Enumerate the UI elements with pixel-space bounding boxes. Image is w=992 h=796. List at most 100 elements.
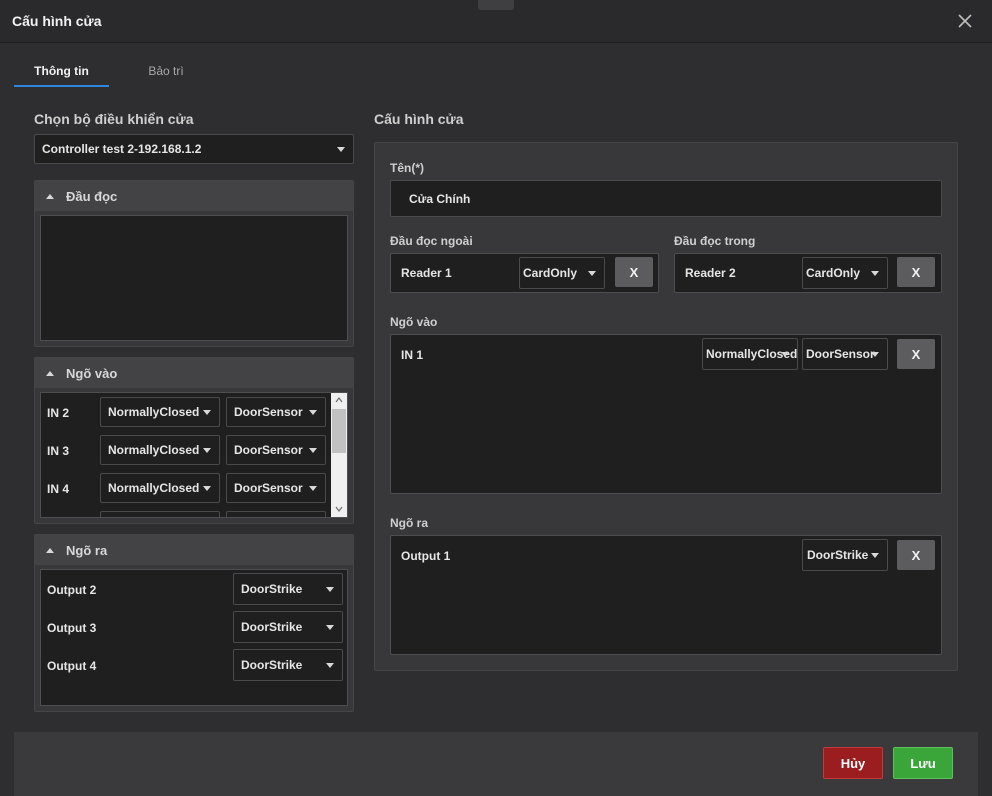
door-inputs-list: IN 1 NormallyClosed DoorSensor X (390, 334, 942, 494)
input-mode-select[interactable]: NormallyClosed (100, 473, 220, 503)
outer-reader-mode-select[interactable]: CardOnly (519, 257, 605, 289)
door-output-type-select[interactable]: DoorStrike (802, 539, 888, 571)
output-type-value: DoorStrike (241, 582, 303, 596)
input-type-value: DoorSensor (234, 405, 303, 419)
outputs-panel-header[interactable]: Ngõ ra (35, 535, 353, 565)
tab-maintenance[interactable]: Bảo trì (122, 56, 210, 87)
outer-reader-row: Reader 1 CardOnly X (390, 253, 659, 293)
inputs-panel-header[interactable]: Ngõ vào (35, 358, 353, 388)
chevron-down-icon (781, 352, 789, 357)
readers-panel-title: Đầu đọc (66, 188, 118, 204)
chevron-down-icon (203, 486, 211, 491)
input-type-select[interactable]: DoorSensor (226, 397, 326, 427)
door-config-dialog: Cấu hình cửa Thông tin Bảo trì Chọn bộ đ… (0, 0, 992, 796)
outer-reader-label: Đầu đọc ngoài (390, 234, 473, 248)
list-item-label: IN 2 (47, 406, 70, 420)
scroll-down-icon[interactable] (335, 506, 343, 512)
controller-select-value: Controller test 2-192.168.1.2 (42, 142, 202, 156)
scrollbar[interactable] (331, 393, 347, 517)
remove-input-button[interactable]: X (897, 339, 935, 369)
inner-reader-row: Reader 2 CardOnly X (674, 253, 942, 293)
input-mode-select[interactable]: NormallyClosed (100, 435, 220, 465)
output-type-select[interactable]: DoorStrike (233, 573, 343, 605)
inputs-panel-title: Ngõ vào (66, 365, 118, 381)
door-outputs-list: Output 1 DoorStrike X (390, 535, 942, 655)
chevron-down-icon (871, 553, 879, 558)
inner-reader-mode-select[interactable]: CardOnly (802, 257, 888, 289)
input-mode-value: NormallyClosed (108, 481, 200, 495)
inner-reader-label: Đầu đọc trong (674, 234, 756, 248)
collapse-icon (46, 193, 54, 199)
chevron-down-icon (326, 663, 334, 668)
remove-inner-reader-button[interactable]: X (897, 257, 935, 287)
door-config-panel: Tên(*) Cửa Chính Đầu đọc ngoài Reader 1 … (374, 142, 958, 671)
controller-select-label: Chọn bộ điều khiển cửa (34, 111, 194, 127)
input-mode-select-partial[interactable] (100, 511, 220, 517)
input-mode-value: NormallyClosed (108, 405, 200, 419)
chevron-down-icon (309, 448, 317, 453)
inner-reader-mode-value: CardOnly (806, 266, 861, 280)
readers-panel-header[interactable]: Đầu đọc (35, 181, 353, 211)
list-item-label: Output 2 (47, 583, 97, 597)
input-type-select[interactable]: DoorSensor (226, 435, 326, 465)
list-item-label: IN 1 (401, 348, 424, 362)
door-config-title: Cấu hình cửa (374, 111, 464, 127)
input-type-select[interactable]: DoorSensor (226, 473, 326, 503)
outputs-panel: Ngõ ra Output 2 DoorStrike Output 3 Door… (34, 534, 354, 712)
chevron-down-icon (203, 410, 211, 415)
outputs-panel-title: Ngõ ra (66, 542, 108, 558)
outputs-list: Output 2 DoorStrike Output 3 DoorStrike … (40, 569, 348, 706)
chevron-down-icon (326, 625, 334, 630)
input-type-value: DoorSensor (234, 443, 303, 457)
chevron-down-icon (203, 448, 211, 453)
door-input-type-select[interactable]: DoorSensor (802, 338, 888, 370)
inputs-panel: Ngõ vào IN 2 NormallyClosed DoorSensor I… (34, 357, 354, 524)
remove-outer-reader-button[interactable]: X (615, 257, 653, 287)
collapse-icon (46, 370, 54, 376)
cancel-button[interactable]: Hủy (823, 747, 883, 779)
save-button[interactable]: Lưu (893, 747, 953, 779)
scroll-up-icon[interactable] (335, 397, 343, 403)
scroll-thumb[interactable] (332, 409, 346, 453)
chevron-down-icon (871, 352, 879, 357)
output-type-value: DoorStrike (241, 620, 303, 634)
list-item-label: IN 4 (47, 482, 70, 496)
chevron-down-icon (871, 271, 879, 276)
output-type-value: DoorStrike (241, 658, 303, 672)
outputs-label: Ngõ ra (390, 516, 429, 530)
collapse-icon (46, 547, 54, 553)
list-item-label: IN 3 (47, 444, 70, 458)
chevron-down-icon (309, 486, 317, 491)
close-icon[interactable] (955, 11, 975, 31)
chevron-down-icon (326, 587, 334, 592)
door-input-mode-select[interactable]: NormallyClosed (702, 338, 798, 370)
inputs-list: IN 2 NormallyClosed DoorSensor IN 3 Norm… (40, 392, 348, 518)
drag-handle[interactable] (478, 0, 514, 10)
name-label: Tên(*) (390, 161, 424, 175)
output-type-select[interactable]: DoorStrike (233, 611, 343, 643)
chevron-down-icon (337, 147, 345, 152)
readers-list (40, 215, 348, 341)
name-value: Cửa Chính (409, 191, 471, 206)
input-type-value: DoorSensor (234, 481, 303, 495)
dialog-footer: Hủy Lưu (14, 732, 978, 796)
inner-reader-name: Reader 2 (685, 266, 736, 280)
list-item-label: Output 3 (47, 621, 97, 635)
outer-reader-name: Reader 1 (401, 266, 452, 280)
readers-panel: Đầu đọc (34, 180, 354, 347)
input-type-select-partial[interactable] (226, 511, 326, 517)
door-output-type-value: DoorStrike (807, 548, 869, 562)
list-item-label: Output 1 (401, 549, 451, 563)
name-input[interactable]: Cửa Chính (390, 180, 942, 217)
chevron-down-icon (588, 271, 596, 276)
inputs-label: Ngõ vào (390, 315, 438, 329)
tab-info[interactable]: Thông tin (14, 56, 109, 87)
controller-select[interactable]: Controller test 2-192.168.1.2 (34, 134, 354, 164)
dialog-title: Cấu hình cửa (12, 13, 102, 29)
door-input-type-value: DoorSensor (806, 347, 875, 361)
output-type-select[interactable]: DoorStrike (233, 649, 343, 681)
input-mode-select[interactable]: NormallyClosed (100, 397, 220, 427)
chevron-down-icon (309, 410, 317, 415)
outer-reader-mode-value: CardOnly (523, 266, 578, 280)
remove-output-button[interactable]: X (897, 540, 935, 570)
